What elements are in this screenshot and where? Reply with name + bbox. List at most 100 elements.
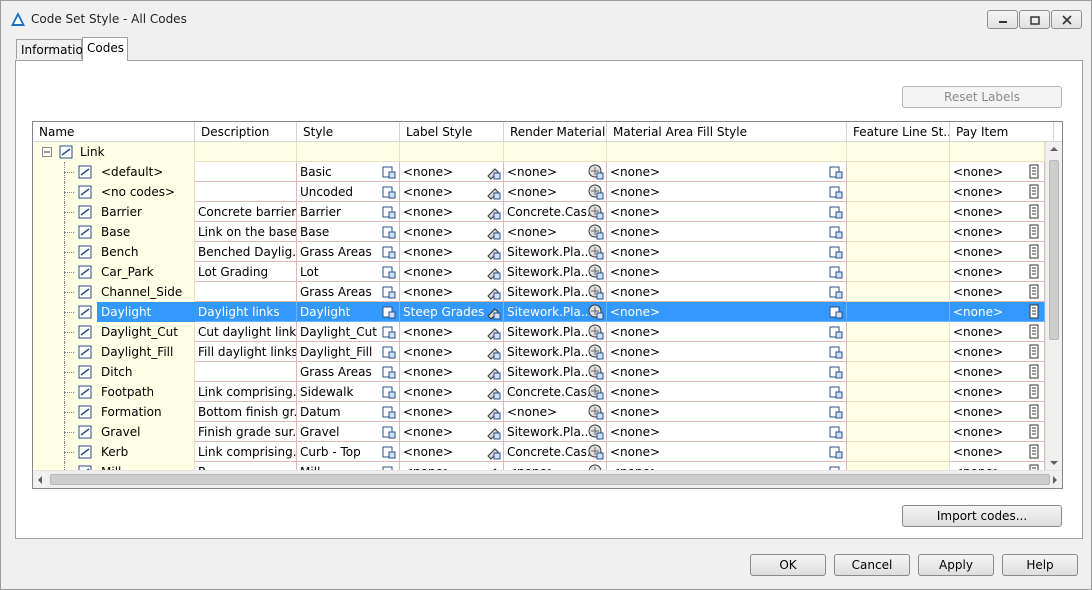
material-picker-icon[interactable] [588, 404, 604, 420]
render-material-cell[interactable]: Concrete.Cas... [504, 382, 607, 402]
scroll-left-icon[interactable] [37, 476, 43, 484]
description-cell[interactable] [195, 182, 297, 202]
render-material-cell[interactable]: Sitework.Pla... [504, 322, 607, 342]
render-material-cell[interactable]: Sitework.Pla... [504, 362, 607, 382]
pay-item-cell[interactable]: <none> [950, 302, 1045, 322]
fill-style-picker-icon[interactable] [828, 184, 844, 200]
code-name[interactable]: Car_Park [97, 262, 195, 282]
pay-item-cell[interactable]: <none> [950, 202, 1045, 222]
label-style-cell[interactable]: <none> [400, 222, 504, 242]
label-style-picker-icon[interactable] [485, 284, 501, 300]
label-style-cell[interactable]: <none> [400, 342, 504, 362]
style-picker-icon[interactable] [381, 164, 397, 180]
restore-button[interactable] [1019, 10, 1050, 29]
description-cell[interactable] [195, 162, 297, 182]
label-style-picker-icon[interactable] [485, 224, 501, 240]
render-material-cell[interactable]: Concrete.Cas... [504, 202, 607, 222]
label-style-cell[interactable]: <none> [400, 262, 504, 282]
style-picker-icon[interactable] [381, 424, 397, 440]
table-row[interactable]: BaseLink on the base...Base <none> <none> <… [33, 222, 1045, 242]
style-picker-icon[interactable] [381, 404, 397, 420]
style-cell[interactable]: Curb - Top [297, 442, 400, 462]
material-area-fill-cell[interactable]: <none> [607, 322, 847, 342]
material-picker-icon[interactable] [588, 424, 604, 440]
feature-line-cell[interactable] [847, 202, 950, 222]
label-style-cell[interactable]: <none> [400, 242, 504, 262]
label-style-picker-icon[interactable] [485, 244, 501, 260]
pay-item-cell[interactable]: <none> [950, 182, 1045, 202]
material-picker-icon[interactable] [588, 184, 604, 200]
pay-item-cell[interactable]: <none> [950, 282, 1045, 302]
col-header-pay-item[interactable]: Pay Item [950, 122, 1054, 142]
style-cell[interactable]: Datum [297, 402, 400, 422]
code-name[interactable]: Footpath [97, 382, 195, 402]
fill-style-picker-icon[interactable] [828, 164, 844, 180]
table-row[interactable]: Ditch Grass Areas <none> Sitework.Pla... <no… [33, 362, 1045, 382]
description-cell[interactable] [195, 362, 297, 382]
style-picker-icon[interactable] [381, 304, 397, 320]
fill-style-picker-icon[interactable] [828, 284, 844, 300]
col-header-description[interactable]: Description [195, 122, 297, 142]
label-style-cell[interactable]: <none> [400, 202, 504, 222]
table-row[interactable]: Footpath Link comprising... Sidewalk <none>… [33, 382, 1045, 402]
style-picker-icon[interactable] [381, 244, 397, 260]
scroll-right-icon[interactable] [1052, 476, 1058, 484]
code-name[interactable]: Bench [97, 242, 195, 262]
ok-button[interactable]: OK [750, 554, 826, 576]
material-area-fill-cell[interactable]: <none> [607, 342, 847, 362]
description-cell[interactable]: Daylight links [195, 302, 297, 322]
code-name[interactable]: <no codes> [97, 182, 195, 202]
fill-style-picker-icon[interactable] [828, 224, 844, 240]
style-picker-icon[interactable] [381, 364, 397, 380]
render-material-cell[interactable]: Sitework.Pla... [504, 342, 607, 362]
table-row[interactable]: Bench Benched Daylig... Grass Areas <none> S… [33, 242, 1045, 262]
style-picker-icon[interactable] [381, 444, 397, 460]
material-area-fill-cell[interactable]: <none> [607, 242, 847, 262]
style-cell[interactable]: Daylight [297, 302, 400, 322]
col-header-label-style[interactable]: Label Style [400, 122, 504, 142]
material-area-fill-cell[interactable]: <none> [607, 302, 847, 322]
feature-line-cell[interactable] [847, 182, 950, 202]
material-area-fill-cell[interactable]: <none> [607, 182, 847, 202]
label-style-cell[interactable]: <none> [400, 322, 504, 342]
material-picker-icon[interactable] [588, 324, 604, 340]
pay-item-picker-icon[interactable] [1026, 264, 1042, 280]
material-area-fill-cell[interactable]: <none> [607, 202, 847, 222]
material-picker-icon[interactable] [588, 204, 604, 220]
code-name[interactable]: Daylight [97, 302, 195, 322]
close-button[interactable] [1051, 10, 1082, 29]
horizontal-scrollbar[interactable] [33, 470, 1062, 488]
pay-item-cell[interactable]: <none> [950, 322, 1045, 342]
pay-item-picker-icon[interactable] [1026, 304, 1042, 320]
label-style-cell[interactable]: <none> [400, 402, 504, 422]
style-cell[interactable]: Grass Areas [297, 242, 400, 262]
label-style-picker-icon[interactable] [485, 404, 501, 420]
table-row[interactable]: <no codes> Uncoded <none> <none> <none> <none… [33, 182, 1045, 202]
render-material-cell[interactable]: <none> [504, 462, 607, 470]
label-style-cell[interactable]: <none> [400, 182, 504, 202]
description-cell[interactable]: Link on the base... [195, 222, 297, 242]
description-cell[interactable]: Bottom finish gr... [195, 402, 297, 422]
material-picker-icon[interactable] [588, 344, 604, 360]
code-name[interactable]: Gravel [97, 422, 195, 442]
style-cell[interactable]: Grass Areas [297, 362, 400, 382]
feature-line-cell[interactable] [847, 222, 950, 242]
render-material-cell[interactable]: <none> [504, 182, 607, 202]
render-material-cell[interactable]: Sitework.Pla... [504, 242, 607, 262]
material-picker-icon[interactable] [588, 264, 604, 280]
pay-item-picker-icon[interactable] [1026, 324, 1042, 340]
table-row[interactable]: <default> Basic <none> <none> <none> <none> [33, 162, 1045, 182]
table-row[interactable]: Daylight_Fill Fill daylight links Daylight… [33, 342, 1045, 362]
fill-style-picker-icon[interactable] [828, 304, 844, 320]
render-material-cell[interactable]: Sitework.Pla... [504, 422, 607, 442]
render-material-cell[interactable]: <none> [504, 402, 607, 422]
tab-codes[interactable]: Codes [82, 37, 128, 61]
col-header-material-area-fill[interactable]: Material Area Fill Style [607, 122, 847, 142]
style-cell[interactable]: Mill [297, 462, 400, 470]
feature-line-cell[interactable] [847, 242, 950, 262]
material-area-fill-cell[interactable]: <none> [607, 382, 847, 402]
label-style-picker-icon[interactable] [485, 444, 501, 460]
label-style-cell[interactable]: <none> [400, 282, 504, 302]
label-style-picker-icon[interactable] [485, 424, 501, 440]
vertical-scroll-thumb[interactable] [1049, 160, 1059, 340]
